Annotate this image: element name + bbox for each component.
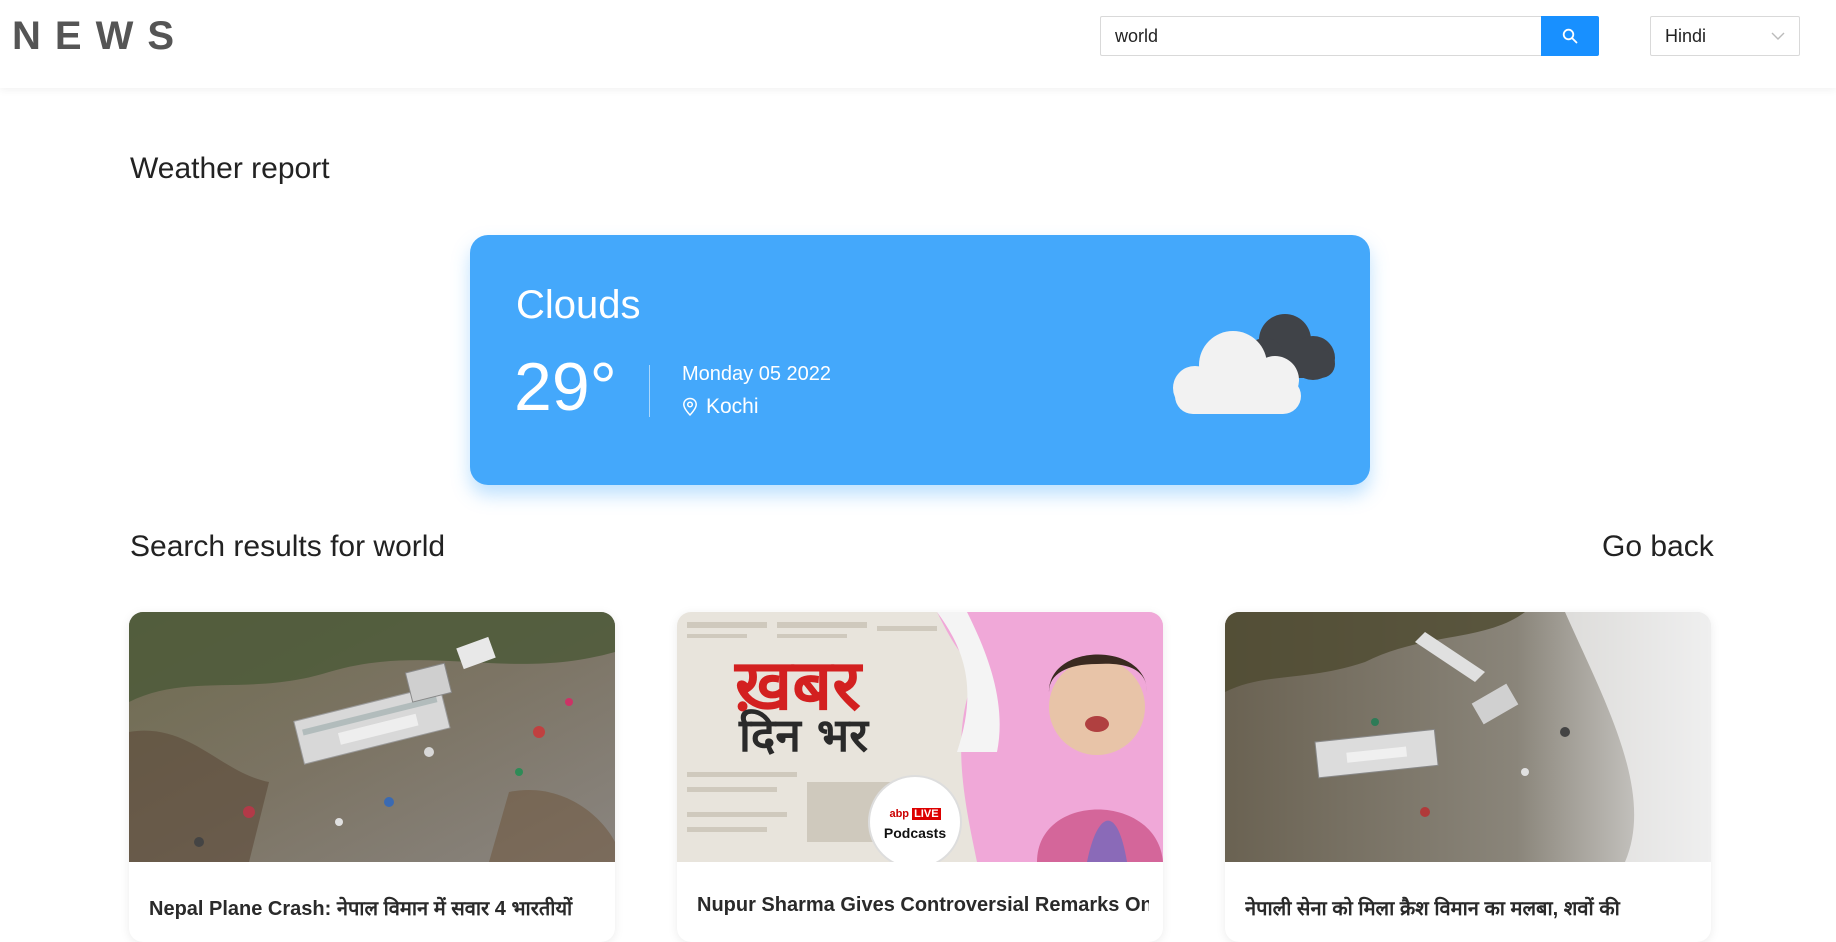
top-navbar: NEWS Hindi <box>0 0 1836 88</box>
weather-date: Monday 05 2022 <box>682 363 832 385</box>
search-icon <box>1562 28 1578 44</box>
article-card-1[interactable]: Nepal Plane Crash: नेपाल विमान में सवार … <box>129 612 615 942</box>
search-bar <box>1100 16 1600 56</box>
language-selected-value: Hindi <box>1665 25 1707 46</box>
article-title[interactable]: Nupur Sharma Gives Controversial Remarks… <box>697 894 1149 917</box>
article-title[interactable]: नेपाली सेना को मिला क्रैश विमान का मलबा,… <box>1245 894 1697 921</box>
search-results-title: Search results for world <box>130 530 446 563</box>
go-back-button[interactable]: Go back <box>1602 530 1714 564</box>
weather-location: Kochi <box>682 395 759 419</box>
weather-temperature: 29° <box>514 349 617 425</box>
article-card-3[interactable]: नेपाली सेना को मिला क्रैश विमान का मलबा,… <box>1225 612 1711 942</box>
article-image-podcast[interactable]: ख़बर दिन भर abp LIVE Podcasts <box>677 612 1163 862</box>
abp-brand-text: abp <box>889 808 910 820</box>
chevron-down-icon <box>1771 32 1785 40</box>
search-button[interactable] <box>1541 16 1599 56</box>
crash-site-image <box>1225 612 1711 862</box>
cloud-icon <box>1173 314 1335 414</box>
article-title[interactable]: Nepal Plane Crash: नेपाल विमान में सवार … <box>149 894 601 921</box>
article-card-2[interactable]: ख़बर दिन भर abp LIVE Podcasts Nupur Shar… <box>677 612 1163 942</box>
weather-card: Clouds 29° Monday 05 2022 Kochi <box>470 235 1370 485</box>
article-image-plane-crash[interactable] <box>129 612 615 862</box>
live-badge: LIVE <box>912 808 941 820</box>
language-select[interactable]: Hindi <box>1650 16 1800 56</box>
podcasts-label: Podcasts <box>883 825 947 841</box>
weather-section-title: Weather report <box>130 152 330 185</box>
brand-logo[interactable]: NEWS <box>12 14 188 59</box>
weather-condition: Clouds <box>516 283 641 327</box>
weather-divider <box>649 365 650 417</box>
search-input[interactable] <box>1100 16 1541 56</box>
map-pin-icon <box>683 397 697 417</box>
din-bhar-text: दिन भर <box>739 708 869 762</box>
weather-location-name: Kochi <box>706 395 759 418</box>
plane-crash-image <box>129 612 615 862</box>
article-image-crash-site[interactable] <box>1225 612 1711 862</box>
abp-live-logo: abp LIVE <box>883 808 947 820</box>
